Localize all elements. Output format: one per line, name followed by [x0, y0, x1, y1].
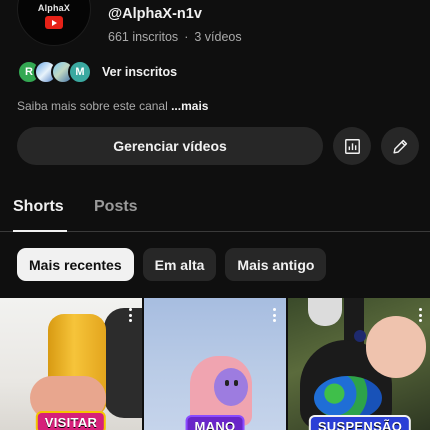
channel-page: AlphaX @AlphaX-n1v 661 inscritos · 3 víd…	[0, 0, 430, 430]
manage-videos-button[interactable]: Gerenciar vídeos	[17, 127, 323, 165]
thumbnail-illustration	[314, 376, 382, 420]
thumbnail-illustration	[214, 368, 248, 406]
view-subscribers-link[interactable]: Ver inscritos	[102, 65, 177, 79]
analytics-icon	[344, 138, 360, 154]
more-options-icon[interactable]	[418, 308, 422, 322]
about-text: Saiba mais sobre este canal	[17, 99, 168, 113]
analytics-button[interactable]	[333, 127, 371, 165]
more-options-icon[interactable]	[272, 308, 276, 322]
video-count: 3 vídeos	[194, 30, 242, 44]
about-more-link[interactable]: ...mais	[171, 99, 208, 113]
active-tab-indicator	[13, 230, 67, 232]
short-thumbnail[interactable]: MANO	[144, 298, 286, 430]
short-caption: SUSPENSÃO	[310, 417, 410, 430]
youtube-logo-icon	[45, 16, 63, 29]
avatar-text: AlphaX	[37, 3, 71, 13]
subscriber-count: 661 inscritos	[108, 30, 179, 44]
stats-separator: ·	[184, 30, 189, 44]
more-options-icon[interactable]	[128, 308, 132, 322]
tab-posts[interactable]: Posts	[94, 198, 138, 216]
subscriber-avatar: M	[68, 59, 92, 84]
channel-tabs: Shorts Posts	[0, 185, 430, 232]
channel-handle: @AlphaX-n1v	[108, 6, 202, 22]
action-buttons: Gerenciar vídeos	[17, 127, 419, 165]
shorts-grid: VISITAR MANO SUSPENSÃO	[0, 298, 430, 430]
short-caption: MANO	[187, 417, 243, 430]
view-subscribers[interactable]: R M Ver inscritos	[17, 59, 177, 84]
channel-stats: 661 inscritos · 3 vídeos	[108, 30, 242, 44]
chip-popular[interactable]: Em alta	[142, 248, 217, 281]
edit-button[interactable]	[381, 127, 419, 165]
sort-chips: Mais recentes Em alta Mais antigo	[17, 248, 327, 281]
thumbnail-illustration	[366, 316, 426, 378]
channel-avatar[interactable]: AlphaX	[17, 0, 91, 46]
short-thumbnail[interactable]: VISITAR	[0, 298, 142, 430]
thumbnail-illustration	[354, 330, 366, 342]
pencil-icon	[392, 139, 407, 154]
chip-most-recent[interactable]: Mais recentes	[17, 248, 134, 281]
chip-oldest[interactable]: Mais antigo	[225, 248, 327, 281]
channel-about[interactable]: Saiba mais sobre este canal ...mais	[17, 99, 208, 113]
thumbnail-illustration	[308, 298, 342, 326]
short-caption: VISITAR	[37, 413, 105, 430]
tab-shorts[interactable]: Shorts	[13, 198, 64, 216]
short-thumbnail[interactable]: SUSPENSÃO	[288, 298, 430, 430]
thumbnail-illustration	[104, 308, 142, 418]
